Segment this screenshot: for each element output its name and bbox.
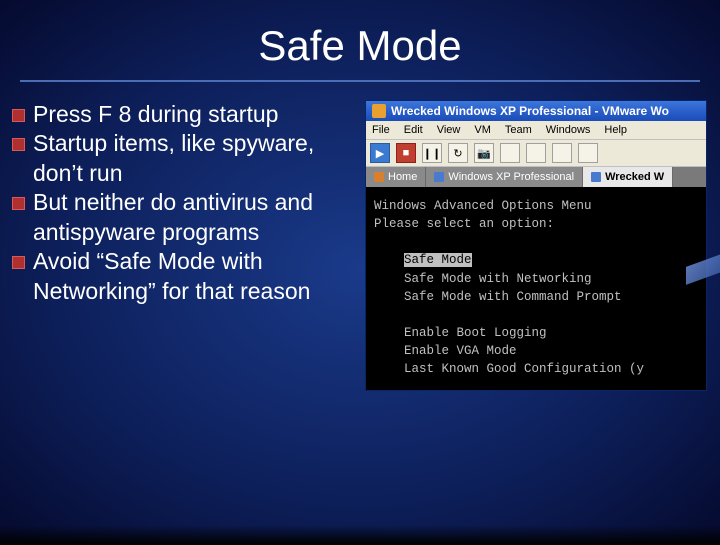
bullet-text: But neither do antivirus and antispyware…: [33, 188, 357, 247]
bullet-text: Press F 8 during startup: [33, 100, 278, 129]
tab-label: Home: [388, 171, 417, 183]
power-off-button[interactable]: ■: [396, 143, 416, 163]
bullet-list: Press F 8 during startup Startup items, …: [12, 100, 357, 391]
window-titlebar[interactable]: Wrecked Windows XP Professional - VMware…: [366, 101, 706, 121]
boot-option[interactable]: Enable VGA Mode: [404, 344, 517, 358]
snapshot-button[interactable]: 📷: [474, 143, 494, 163]
boot-option[interactable]: Last Known Good Configuration (y: [404, 362, 644, 376]
tab-home[interactable]: Home: [366, 167, 426, 187]
window-title: Wrecked Windows XP Professional - VMware…: [391, 104, 669, 118]
boot-option[interactable]: Enable Boot Logging: [404, 326, 547, 340]
reset-button[interactable]: ↻: [448, 143, 468, 163]
bullet-icon: [12, 256, 25, 269]
power-on-button[interactable]: ▶: [370, 143, 390, 163]
boot-option[interactable]: Safe Mode with Networking: [404, 272, 592, 286]
slide-title: Safe Mode: [20, 0, 700, 82]
tab-wrecked[interactable]: Wrecked W: [583, 167, 673, 187]
tab-winxp[interactable]: Windows XP Professional: [426, 167, 583, 187]
boot-console[interactable]: Windows Advanced Options Menu Please sel…: [366, 187, 706, 390]
bullet-icon: [12, 109, 25, 122]
bullet-icon: [12, 197, 25, 210]
vm-icon: [591, 172, 601, 182]
menu-help[interactable]: Help: [604, 124, 627, 136]
menu-team[interactable]: Team: [505, 124, 532, 136]
vm-screenshot: Wrecked Windows XP Professional - VMware…: [365, 100, 708, 391]
list-item: Avoid “Safe Mode with Networking” for th…: [12, 247, 357, 306]
tab-bar: Home Windows XP Professional Wrecked W: [366, 167, 706, 187]
tab-label: Windows XP Professional: [448, 171, 574, 183]
list-item: Press F 8 during startup: [12, 100, 357, 129]
list-item: Startup items, like spyware, don’t run: [12, 129, 357, 188]
menu-windows[interactable]: Windows: [546, 124, 591, 136]
toolbar: ▶ ■ ❙❙ ↻ 📷: [366, 140, 706, 167]
toolbar-button[interactable]: [500, 143, 520, 163]
bullet-icon: [12, 138, 25, 151]
vm-window: Wrecked Windows XP Professional - VMware…: [365, 100, 707, 391]
tab-label: Wrecked W: [605, 171, 664, 183]
toolbar-button[interactable]: [552, 143, 572, 163]
vm-icon: [434, 172, 444, 182]
toolbar-button[interactable]: [578, 143, 598, 163]
bullet-text: Avoid “Safe Mode with Networking” for th…: [33, 247, 357, 306]
menu-file[interactable]: File: [372, 124, 390, 136]
menu-view[interactable]: View: [437, 124, 461, 136]
app-icon: [372, 104, 386, 118]
console-line: Please select an option:: [374, 217, 554, 231]
console-line: Windows Advanced Options Menu: [374, 199, 592, 213]
menu-bar: File Edit View VM Team Windows Help: [366, 121, 706, 140]
bullet-text: Startup items, like spyware, don’t run: [33, 129, 357, 188]
boot-option-selected[interactable]: Safe Mode: [404, 253, 472, 267]
menu-edit[interactable]: Edit: [404, 124, 423, 136]
toolbar-button[interactable]: [526, 143, 546, 163]
menu-vm[interactable]: VM: [474, 124, 491, 136]
footer-shadow: [0, 525, 720, 545]
list-item: But neither do antivirus and antispyware…: [12, 188, 357, 247]
boot-option[interactable]: Safe Mode with Command Prompt: [404, 290, 622, 304]
home-icon: [374, 172, 384, 182]
suspend-button[interactable]: ❙❙: [422, 143, 442, 163]
